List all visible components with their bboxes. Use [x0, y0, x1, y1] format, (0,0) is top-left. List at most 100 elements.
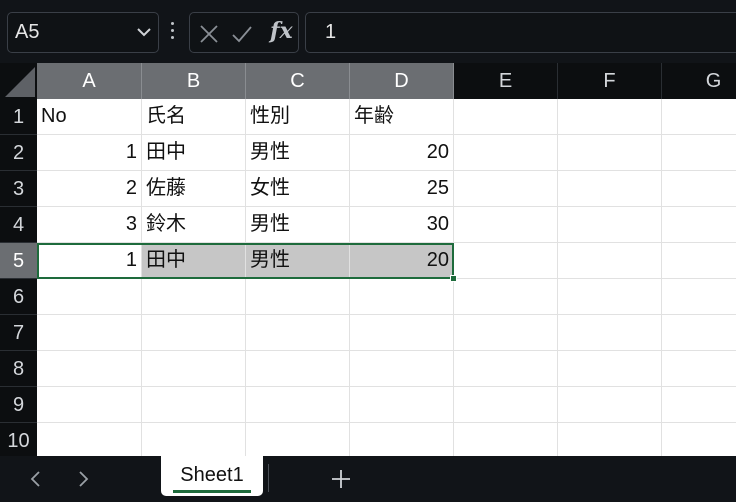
cell-b7[interactable]	[142, 315, 246, 351]
cell-a4[interactable]: 3	[37, 207, 142, 243]
cell-g9[interactable]	[662, 387, 736, 423]
row-header-2[interactable]: 2	[0, 135, 37, 171]
cell-f7[interactable]	[558, 315, 662, 351]
cell-g10[interactable]	[662, 423, 736, 456]
cell-c3[interactable]: 女性	[246, 171, 350, 207]
cell-e9[interactable]	[454, 387, 558, 423]
select-all-button[interactable]	[0, 63, 37, 99]
chevron-down-icon[interactable]	[136, 26, 152, 38]
name-box[interactable]: A5	[7, 12, 159, 53]
cell-g8[interactable]	[662, 351, 736, 387]
cell-a6[interactable]	[37, 279, 142, 315]
cell-e6[interactable]	[454, 279, 558, 315]
cancel-icon[interactable]	[198, 23, 220, 45]
cell-b5[interactable]: 田中	[142, 243, 246, 279]
cell-g4[interactable]	[662, 207, 736, 243]
cell-a8[interactable]	[37, 351, 142, 387]
cell-a9[interactable]	[37, 387, 142, 423]
cell-a5[interactable]: 1	[37, 243, 142, 279]
cell-c7[interactable]	[246, 315, 350, 351]
cell-e10[interactable]	[454, 423, 558, 456]
cell-e4[interactable]	[454, 207, 558, 243]
cell-b2[interactable]: 田中	[142, 135, 246, 171]
cell-a3[interactable]: 2	[37, 171, 142, 207]
cell-b4[interactable]: 鈴木	[142, 207, 246, 243]
cell-d6[interactable]	[350, 279, 454, 315]
cell-d5[interactable]: 20	[350, 243, 454, 279]
cell-b3[interactable]: 佐藤	[142, 171, 246, 207]
column-header-e[interactable]: E	[454, 63, 558, 99]
cell-e7[interactable]	[454, 315, 558, 351]
formula-input[interactable]: 1	[305, 12, 736, 53]
cell-d9[interactable]	[350, 387, 454, 423]
cell-f2[interactable]	[558, 135, 662, 171]
cell-d2[interactable]: 20	[350, 135, 454, 171]
cell-g7[interactable]	[662, 315, 736, 351]
fill-handle[interactable]	[450, 275, 457, 282]
cell-c4[interactable]: 男性	[246, 207, 350, 243]
cell-c6[interactable]	[246, 279, 350, 315]
cell-f8[interactable]	[558, 351, 662, 387]
cell-d1[interactable]: 年齢	[350, 99, 454, 135]
row-header-4[interactable]: 4	[0, 207, 37, 243]
cell-f6[interactable]	[558, 279, 662, 315]
cell-b1[interactable]: 氏名	[142, 99, 246, 135]
cell-g1[interactable]	[662, 99, 736, 135]
cell-b9[interactable]	[142, 387, 246, 423]
cell-g2[interactable]	[662, 135, 736, 171]
column-header-d[interactable]: D	[350, 63, 454, 99]
row-header-1[interactable]: 1	[0, 99, 37, 135]
row-header-9[interactable]: 9	[0, 387, 37, 423]
cell-a1[interactable]: No	[37, 99, 142, 135]
cell-a7[interactable]	[37, 315, 142, 351]
cell-e2[interactable]	[454, 135, 558, 171]
cell-f4[interactable]	[558, 207, 662, 243]
more-icon[interactable]	[170, 22, 176, 42]
chevron-left-icon[interactable]	[26, 469, 46, 489]
cell-b6[interactable]	[142, 279, 246, 315]
cell-c9[interactable]	[246, 387, 350, 423]
row-header-7[interactable]: 7	[0, 315, 37, 351]
cell-e5[interactable]	[454, 243, 558, 279]
column-header-a[interactable]: A	[37, 63, 142, 99]
cell-d4[interactable]: 30	[350, 207, 454, 243]
column-header-f[interactable]: F	[558, 63, 662, 99]
cell-c10[interactable]	[246, 423, 350, 456]
cell-f3[interactable]	[558, 171, 662, 207]
cell-g3[interactable]	[662, 171, 736, 207]
cell-a10[interactable]	[37, 423, 142, 456]
column-header-b[interactable]: B	[142, 63, 246, 99]
fx-icon[interactable]: fx	[270, 18, 293, 44]
cell-d3[interactable]: 25	[350, 171, 454, 207]
column-header-c[interactable]: C	[246, 63, 350, 99]
cell-f1[interactable]	[558, 99, 662, 135]
row-header-5[interactable]: 5	[0, 243, 37, 279]
row-header-6[interactable]: 6	[0, 279, 37, 315]
cell-c8[interactable]	[246, 351, 350, 387]
cell-f5[interactable]	[558, 243, 662, 279]
cell-f10[interactable]	[558, 423, 662, 456]
cell-d7[interactable]	[350, 315, 454, 351]
sheet-tab-active[interactable]: Sheet1	[161, 456, 263, 496]
cell-c1[interactable]: 性別	[246, 99, 350, 135]
row-header-10[interactable]: 10	[0, 423, 37, 459]
cell-a2[interactable]: 1	[37, 135, 142, 171]
cell-c2[interactable]: 男性	[246, 135, 350, 171]
cell-d10[interactable]	[350, 423, 454, 456]
cell-e1[interactable]	[454, 99, 558, 135]
cell-b10[interactable]	[142, 423, 246, 456]
cell-g6[interactable]	[662, 279, 736, 315]
plus-icon[interactable]	[330, 468, 352, 490]
cell-e8[interactable]	[454, 351, 558, 387]
row-header-8[interactable]: 8	[0, 351, 37, 387]
cell-e3[interactable]	[454, 171, 558, 207]
cell-f9[interactable]	[558, 387, 662, 423]
cell-g5[interactable]	[662, 243, 736, 279]
cell-d8[interactable]	[350, 351, 454, 387]
row-header-3[interactable]: 3	[0, 171, 37, 207]
column-header-g[interactable]: G	[662, 63, 736, 99]
cell-c5[interactable]: 男性	[246, 243, 350, 279]
chevron-right-icon[interactable]	[73, 469, 93, 489]
confirm-icon[interactable]	[231, 23, 253, 45]
cell-b8[interactable]	[142, 351, 246, 387]
